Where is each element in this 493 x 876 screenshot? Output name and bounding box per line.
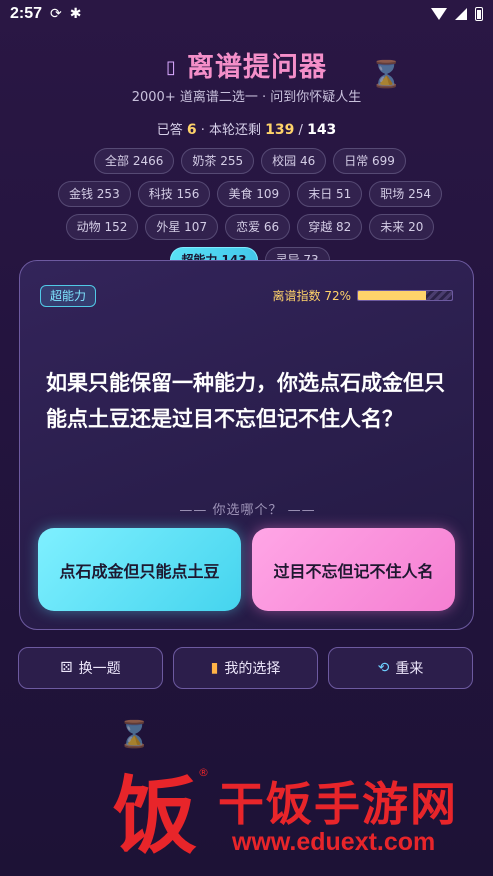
absurdity-label: 离谱指数 72% [272, 289, 352, 303]
hourglass-decoration-icon: ⌛ [118, 720, 151, 750]
remaining-label: 本轮还剩 [209, 123, 262, 138]
total-count: 143 [307, 122, 337, 138]
category-tag[interactable]: 美食 109 [217, 181, 291, 207]
category-tag[interactable]: 外星 107 [145, 214, 219, 240]
stats-slash: / [298, 123, 303, 138]
option-b-button[interactable]: 过目不忘但记不住人名 [252, 528, 455, 611]
status-time: 2:57 [10, 5, 43, 22]
category-tag[interactable]: 穿越 82 [297, 214, 363, 240]
refresh-icon: ⟲ [377, 660, 390, 676]
category-tag[interactable]: 科技 156 [137, 181, 211, 207]
bar-chart-icon: ▮ [210, 660, 219, 676]
subtitle: 2000+ 道离谱二选一 · 问到你怀疑人生 [131, 90, 362, 105]
next-question-label: 换一题 [78, 661, 121, 677]
absurdity-bar [357, 290, 453, 301]
category-tag[interactable]: 动物 152 [65, 214, 139, 240]
category-tag[interactable]: 恋爱 66 [225, 214, 291, 240]
action-bar: ⚄ 换一题 ▮ 我的选择 ⟲ 重来 [18, 647, 473, 689]
choice-prompt: —— 你选哪个？ —— [179, 503, 316, 518]
watermark-logo: 饭 [112, 766, 197, 865]
bug-icon: ✱ [69, 6, 82, 22]
battery-icon [475, 7, 483, 21]
answered-count: 6 [186, 122, 197, 138]
site-watermark: 饭 ® 干饭手游网 www.eduext.com [100, 762, 480, 872]
category-tag[interactable]: 金钱 253 [57, 181, 131, 207]
title-glyph-icon: ▯ [166, 57, 177, 78]
category-tag[interactable]: 日常 699 [333, 148, 406, 174]
restart-label: 重来 [395, 661, 424, 677]
watermark-name: 干饭手游网 [218, 777, 458, 831]
absurdity-meter: 离谱指数 72% [272, 287, 453, 304]
remaining-count: 139 [265, 122, 295, 138]
registered-mark: ® [198, 766, 209, 779]
question-card: 超能力 离谱指数 72% 如果只能保留一种能力，你选点石成金但只能点土豆还是过目… [19, 260, 474, 630]
category-tag[interactable]: 校园 46 [261, 148, 327, 174]
category-tag[interactable]: 末日 51 [297, 181, 363, 207]
category-tag[interactable]: 全部 2466 [94, 148, 175, 174]
category-tag[interactable]: 未来 20 [369, 214, 435, 240]
stats-separator: · [200, 123, 205, 138]
category-badge: 超能力 [40, 285, 97, 307]
title-text: 离谱提问器 [186, 52, 327, 83]
status-bar: 2:57 ⟳ ✱ [0, 0, 493, 28]
category-tags: 全部 2466 奶茶 255 校园 46 日常 699 金钱 253 科技 156 美食 1… [55, 148, 445, 273]
category-tag[interactable]: 职场 254 [369, 181, 443, 207]
restart-button[interactable]: ⟲ 重来 [328, 647, 473, 689]
option-a-button[interactable]: 点石成金但只能点土豆 [38, 528, 241, 611]
answered-label: 已答 [156, 123, 183, 138]
app-title: ▯ 离谱提问器 [0, 45, 493, 84]
absurdity-bar-fill [358, 291, 426, 300]
my-choices-button[interactable]: ▮ 我的选择 [173, 647, 318, 689]
next-question-button[interactable]: ⚄ 换一题 [18, 647, 163, 689]
signal-icon [455, 8, 467, 20]
category-tag[interactable]: 奶茶 255 [181, 148, 255, 174]
wifi-icon [431, 8, 447, 20]
watermark-url: www.eduext.com [232, 828, 436, 856]
progress-stats: 已答 6 · 本轮还剩 139 / 143 [0, 119, 493, 138]
my-choices-label: 我的选择 [224, 661, 281, 677]
dice-icon: ⚄ [60, 660, 73, 676]
sync-icon: ⟳ [50, 6, 62, 22]
question-text: 如果只能保留一种能力，你选点石成金但只能点土豆还是过目不忘但记不住人名？ [46, 371, 445, 431]
